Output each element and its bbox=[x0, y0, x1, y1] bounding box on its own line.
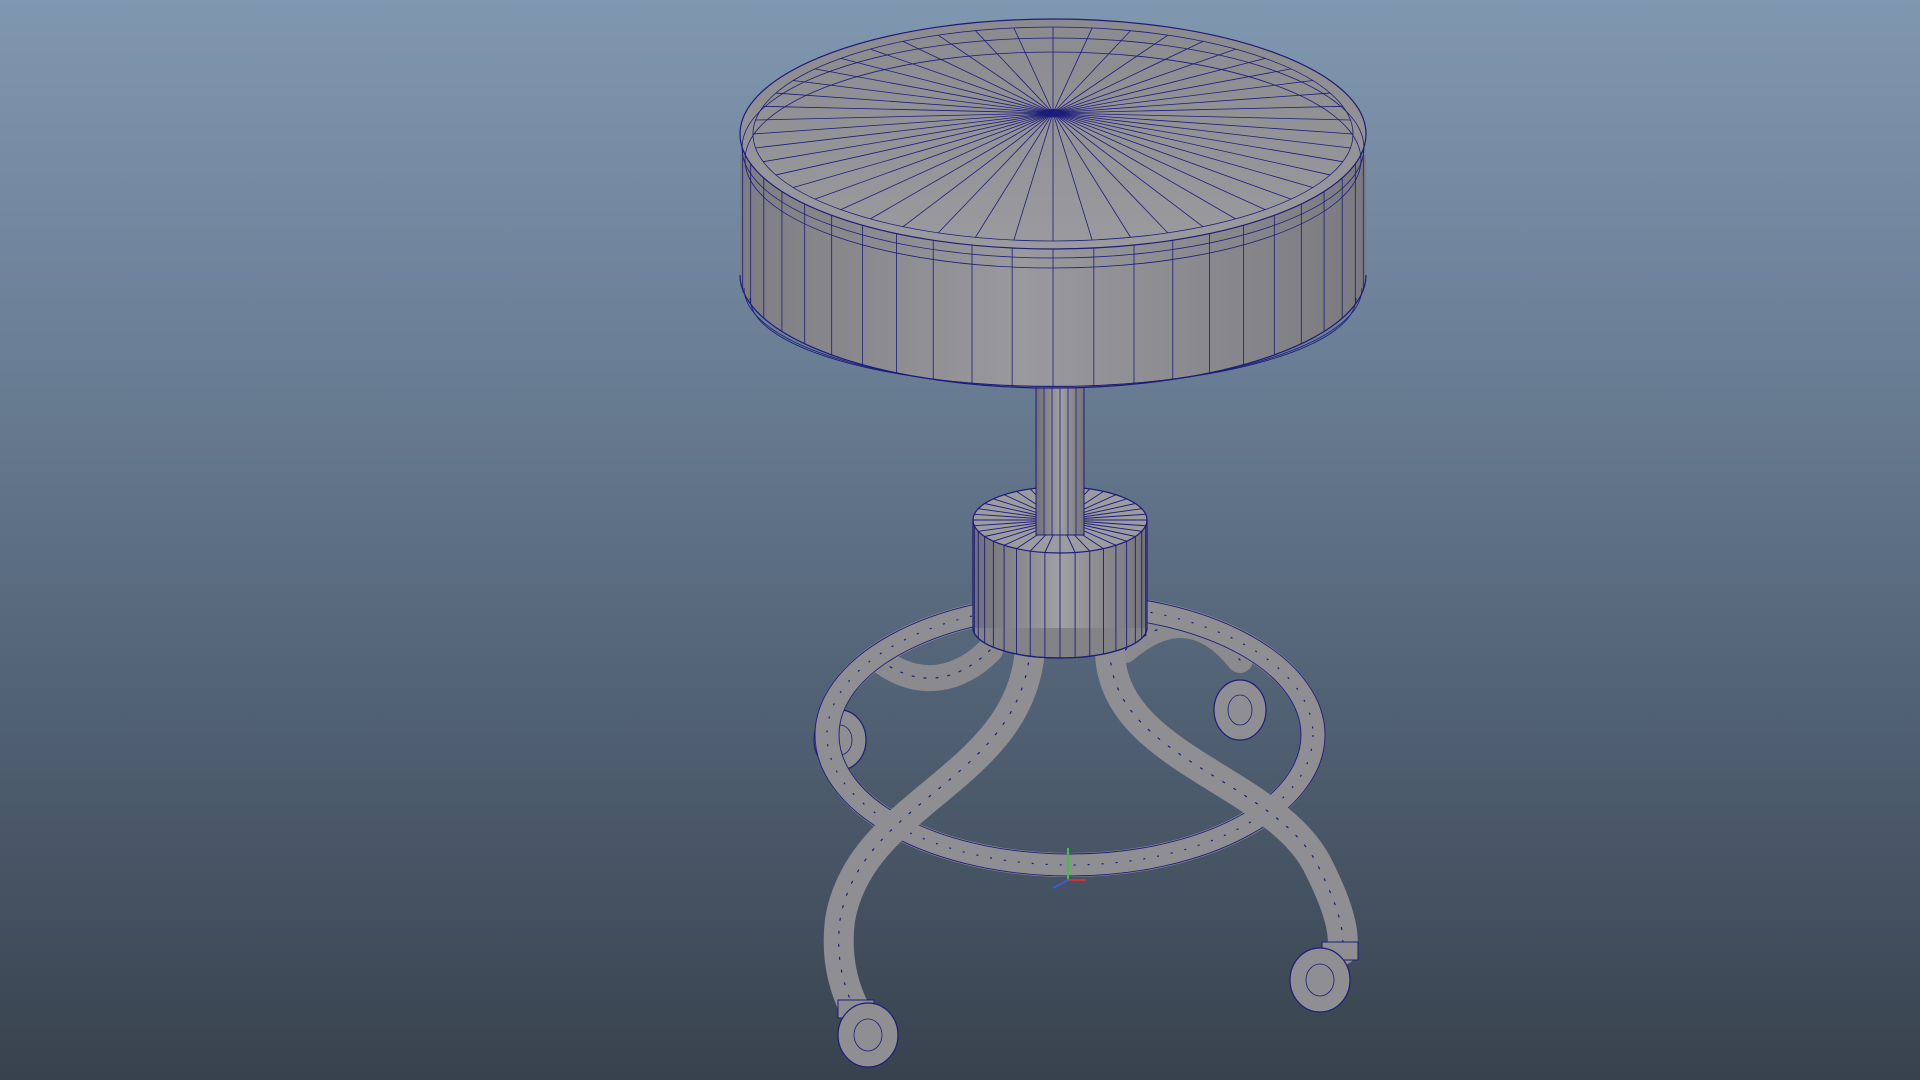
3d-viewport[interactable] bbox=[0, 0, 1920, 1080]
stool-post[interactable] bbox=[1035, 379, 1085, 536]
caster-back-right[interactable] bbox=[1213, 679, 1267, 741]
stool-seat[interactable] bbox=[739, 18, 1367, 389]
gizmo-z-axis bbox=[1052, 879, 1069, 889]
scene-canvas[interactable] bbox=[0, 0, 1920, 1080]
caster-front-right[interactable] bbox=[1289, 941, 1359, 1013]
caster-front-left[interactable] bbox=[837, 999, 899, 1068]
seat-center-pole bbox=[1043, 109, 1063, 117]
